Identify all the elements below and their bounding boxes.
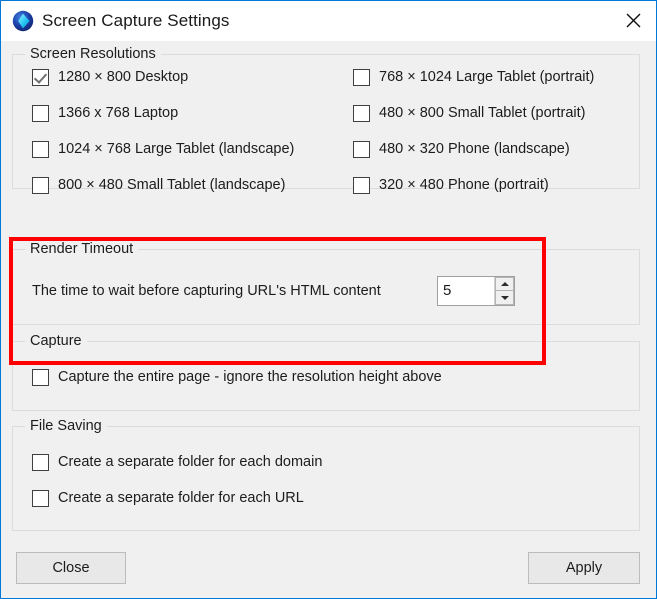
checkbox-label: 320 × 480 Phone (portrait) [379, 177, 549, 193]
checkbox-label: Capture the entire page - ignore the res… [58, 369, 442, 385]
group-render-timeout: Render Timeout The time to wait before c… [12, 241, 640, 325]
checkbox-480x320-phone-landscape[interactable] [353, 141, 370, 158]
checkbox-row-768x1024-large-tablet-portrait[interactable]: 768 × 1024 Large Tablet (portrait) [353, 69, 594, 86]
close-button-footer[interactable]: Close [16, 552, 126, 584]
checkbox-label: 1366 x 768 Laptop [58, 105, 179, 121]
window-title: Screen Capture Settings [42, 11, 230, 30]
checkbox-row-1280x800-desktop[interactable]: 1280 × 800 Desktop [32, 69, 188, 86]
close-icon [626, 13, 640, 28]
group-title-screen-resolutions: Screen Resolutions [25, 46, 161, 63]
checkbox-row-320x480-phone-portrait[interactable]: 320 × 480 Phone (portrait) [353, 177, 549, 194]
blue-diamond-icon [12, 10, 34, 32]
group-title-file-saving: File Saving [25, 418, 107, 435]
screen-capture-settings-dialog: Screen Capture Settings Screen Resolutio… [0, 0, 657, 599]
checkbox-row-480x320-phone-landscape[interactable]: 480 × 320 Phone (landscape) [353, 141, 570, 158]
spinner-increment-button[interactable] [495, 277, 514, 291]
checkbox-1280x800-desktop[interactable] [32, 69, 49, 86]
checkbox-1366x768-laptop[interactable] [32, 105, 49, 122]
dialog-body: Screen Resolutions 1280 × 800 Desktop 13… [1, 41, 656, 598]
checkbox-768x1024-large-tablet-portrait[interactable] [353, 69, 370, 86]
checkbox-label: 1280 × 800 Desktop [58, 69, 189, 85]
group-screen-resolutions: Screen Resolutions 1280 × 800 Desktop 13… [12, 46, 640, 194]
spinner-buttons [494, 277, 514, 305]
title-bar: Screen Capture Settings [1, 1, 656, 42]
checkbox-label: 480 × 800 Small Tablet (portrait) [379, 105, 586, 121]
checkbox-label: Create a separate folder for each domain [58, 454, 323, 470]
render-timeout-spinner[interactable]: 5 [437, 276, 515, 306]
chevron-up-icon [500, 282, 509, 286]
checkbox-folder-per-url[interactable] [32, 490, 49, 507]
render-timeout-input[interactable]: 5 [438, 277, 494, 305]
apply-button[interactable]: Apply [528, 552, 640, 584]
spinner-decrement-button[interactable] [495, 291, 514, 305]
checkbox-480x800-small-tablet-portrait[interactable] [353, 105, 370, 122]
checkbox-row-folder-per-domain[interactable]: Create a separate folder for each domain [32, 454, 322, 471]
group-title-capture: Capture [25, 333, 87, 350]
checkbox-capture-entire-page[interactable] [32, 369, 49, 386]
group-capture: Capture Capture the entire page - ignore… [12, 333, 640, 411]
checkbox-row-480x800-small-tablet-portrait[interactable]: 480 × 800 Small Tablet (portrait) [353, 105, 585, 122]
checkbox-row-800x480-small-tablet-landscape[interactable]: 800 × 480 Small Tablet (landscape) [32, 177, 285, 194]
checkbox-label: 800 × 480 Small Tablet (landscape) [58, 177, 286, 193]
checkbox-label: 480 × 320 Phone (landscape) [379, 141, 570, 157]
checkbox-row-1024x768-large-tablet-landscape[interactable]: 1024 × 768 Large Tablet (landscape) [32, 141, 294, 158]
checkbox-label: Create a separate folder for each URL [58, 490, 304, 506]
checkbox-row-capture-entire-page[interactable]: Capture the entire page - ignore the res… [32, 369, 442, 386]
checkbox-row-folder-per-url[interactable]: Create a separate folder for each URL [32, 490, 304, 507]
checkbox-800x480-small-tablet-landscape[interactable] [32, 177, 49, 194]
chevron-down-icon [500, 295, 509, 300]
group-file-saving: File Saving Create a separate folder for… [12, 418, 640, 531]
checkbox-320x480-phone-portrait[interactable] [353, 177, 370, 194]
checkbox-row-1366x768-laptop[interactable]: 1366 x 768 Laptop [32, 105, 178, 122]
render-timeout-description: The time to wait before capturing URL's … [32, 283, 381, 299]
checkbox-1024x768-large-tablet-landscape[interactable] [32, 141, 49, 158]
checkbox-label: 768 × 1024 Large Tablet (portrait) [379, 69, 595, 85]
checkbox-label: 1024 × 768 Large Tablet (landscape) [58, 141, 295, 157]
checkbox-folder-per-domain[interactable] [32, 454, 49, 471]
close-button[interactable] [610, 1, 656, 40]
group-title-render-timeout: Render Timeout [25, 241, 139, 258]
